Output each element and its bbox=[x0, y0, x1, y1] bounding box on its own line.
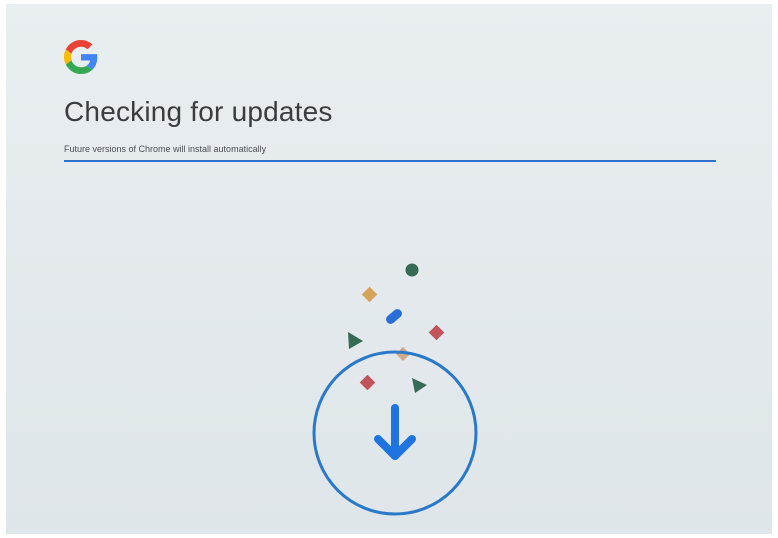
update-screen: Checking for updates Future versions of … bbox=[6, 4, 772, 534]
green-dot-shape bbox=[405, 263, 419, 277]
download-arrow-icon bbox=[374, 404, 416, 460]
red-diamond-shape bbox=[428, 324, 445, 341]
update-progress-bar bbox=[64, 160, 716, 162]
green-triangle-shape-2 bbox=[412, 378, 427, 393]
page-title: Checking for updates bbox=[64, 96, 333, 127]
blue-pill-shape bbox=[386, 309, 402, 324]
google-logo bbox=[64, 40, 98, 74]
update-progress-fill bbox=[64, 160, 716, 162]
download-animation bbox=[312, 263, 478, 516]
red-diamond-shape-2 bbox=[359, 374, 376, 391]
yellow-diamond-shape bbox=[361, 286, 378, 303]
update-subtitle: Future versions of Chrome will install a… bbox=[64, 144, 267, 154]
green-triangle-shape bbox=[348, 332, 363, 349]
